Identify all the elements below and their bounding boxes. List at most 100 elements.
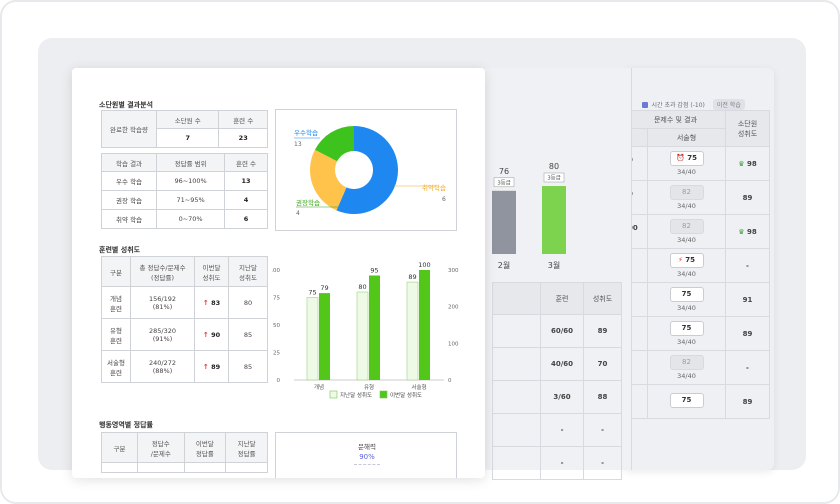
back-achievement-value: 98 [746, 159, 757, 168]
bar-유형-0 [356, 291, 369, 381]
summary-col-units: 소단원 수 [155, 110, 220, 129]
grade-range: 96~100% [156, 171, 226, 191]
behavior-header-last: 지난달 정답률 [225, 432, 268, 463]
y-tick-left: 100 [272, 268, 280, 274]
bar-value-label: 80 [358, 283, 366, 291]
grade-row: 권장 학습 71~95% 4 [100, 190, 268, 210]
label-excellent-value: 13 [294, 141, 302, 148]
back-row: 00⏰ 7534/40♛ 98 [625, 146, 770, 181]
back-row: 07534/4089 [625, 316, 770, 351]
back-essay-sub: 34/40 [677, 270, 696, 278]
window-frame: 억 시간 초과 감점 (-10) 이전 학습 문제수 및 결과 소단원 성취도 … [0, 0, 840, 504]
training-type-line1: 서술형 [107, 358, 125, 367]
behavior-header-count: 정답수 /문제수 [137, 432, 185, 463]
behavior-cell [137, 462, 185, 473]
bar-유형-1 [369, 275, 380, 380]
back-row: 75 89 [625, 384, 770, 419]
bar-개념-0 [306, 297, 319, 381]
training-type: 유형 훈련 [101, 318, 131, 351]
radar-chart-box: 문해력 90% [275, 432, 457, 478]
grade-row: 우수 학습 96~100% 13 [100, 171, 268, 191]
training-type-line2: 훈련 [110, 368, 122, 377]
mid-row: -- [492, 446, 622, 480]
section-title-behavior: 행동영역별 정답률 [99, 421, 153, 429]
legend-row: 억 시간 초과 감점 (-10) 이전 학습 [626, 99, 745, 110]
train-header-type: 구분 [101, 256, 131, 287]
score-box[interactable]: 75 [669, 393, 704, 408]
radar-label: 문해력 [358, 443, 376, 451]
crown-icon: ♛ [738, 227, 747, 236]
score-box[interactable]: 82 [669, 185, 704, 200]
score-box[interactable]: 75 [669, 287, 704, 302]
back-cell-essay: 82 34/40 [647, 214, 726, 249]
bar-value-label: 95 [370, 267, 378, 275]
back-cell-essay: 75 34/40 [647, 282, 726, 317]
mid-cell-blank [492, 314, 541, 348]
score-value: 82 [682, 222, 691, 230]
grade-badge-text: 3등급 [547, 175, 561, 182]
y-tick-left: 50 [273, 323, 280, 329]
grade-range: 71~95% [156, 190, 226, 210]
training-score: 285/320 (91%) [130, 318, 195, 351]
back-header-essay: 서술형 [647, 128, 726, 147]
clock-icon [641, 101, 648, 108]
month-bar-value: 80 [549, 162, 559, 171]
training-this-value: 83 [211, 298, 221, 307]
y-tick-left: 75 [273, 296, 280, 302]
training-type-line2: 훈련 [110, 336, 122, 345]
training-type-line1: 개념 [110, 294, 122, 303]
mid-cell-blank [492, 380, 541, 414]
back-cell-achievement: ♛ 98 [725, 146, 770, 181]
back-achievement-value: 91 [742, 295, 753, 304]
y-tick-right: 300 [448, 268, 459, 274]
score-box[interactable]: ⚡ 75 [669, 253, 704, 268]
bar-서술형-1 [419, 270, 430, 380]
back-achievement-value: 89 [742, 397, 753, 406]
score-value: 82 [682, 188, 691, 196]
training-last-month: 85 [228, 318, 268, 351]
back-result-table: 문제수 및 결과 소단원 성취도 서술형 00⏰ 7534/40♛ 980082… [625, 110, 770, 419]
back-achievement-value: 89 [742, 329, 753, 338]
training-last-month: 80 [228, 286, 268, 319]
bar-개념-1 [319, 293, 330, 380]
mid-train-value: - [539, 413, 585, 447]
summary-trainings-value: 23 [218, 128, 268, 148]
clock-icon: ⏰ [676, 154, 688, 162]
mid-cell-blank [492, 413, 541, 447]
grade-badge-text: 3등급 [497, 179, 511, 186]
score-value: 75 [681, 324, 692, 332]
training-this-value: 90 [211, 330, 221, 339]
x-category-label: 서술형 [411, 383, 426, 391]
y-tick-right: 100 [448, 341, 459, 347]
back-essay-sub: 34/40 [677, 236, 696, 244]
back-cell-essay: 82 34/40 [647, 350, 726, 385]
section-title-unit-analysis: 소단원별 결과분석 [99, 101, 153, 109]
back-achievement-value: - [746, 261, 749, 270]
training-score-rate: (88%) [152, 366, 173, 375]
radar-gridline [354, 464, 380, 465]
training-this-value: 89 [211, 362, 221, 371]
summary-units-value: 7 [155, 128, 220, 148]
training-type: 서술형 훈련 [101, 350, 131, 383]
score-value: 75 [687, 154, 697, 162]
back-cell-essay: ⚡ 75 34/40 [647, 248, 726, 283]
score-box[interactable]: 82 [669, 219, 704, 234]
back-cell-achievement: 91 [725, 282, 770, 317]
mid-ach-value: - [583, 446, 622, 480]
score-box[interactable]: ⏰ 75 [669, 151, 704, 166]
back-achievement-value: 98 [746, 227, 757, 236]
donut-chart-box: 우수학습 13 취약학습 6 권장학습 4 [275, 109, 457, 231]
grade-header-count: 훈련 수 [224, 153, 268, 172]
score-box[interactable]: 75 [669, 321, 704, 336]
training-score: 156/192 (81%) [130, 286, 195, 319]
training-score-rate: (91%) [152, 334, 173, 343]
score-value: 82 [682, 358, 691, 366]
training-this-month: ↑ 89 [194, 350, 229, 383]
back-header-results: 문제수 및 결과 [625, 110, 726, 129]
legend-clock-label: 시간 초과 감점 (-10) [651, 102, 705, 109]
donut-chart: 우수학습 13 취약학습 6 권장학습 4 [294, 126, 446, 217]
score-box[interactable]: 82 [669, 355, 704, 370]
mid-ach-value: 88 [583, 380, 622, 414]
arrow-up-icon: ↑ [202, 298, 212, 307]
back-cell-essay: 75 34/40 [647, 316, 726, 351]
